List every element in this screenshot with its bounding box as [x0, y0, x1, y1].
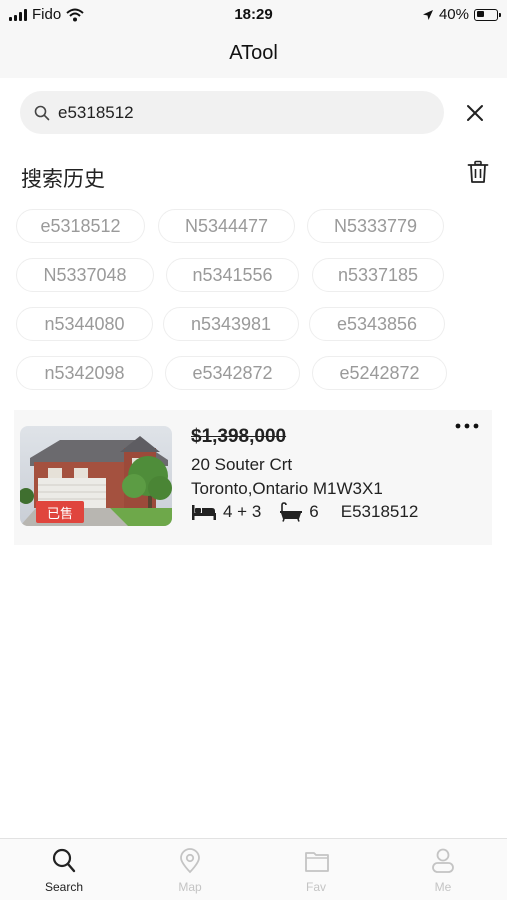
- search-icon: [52, 848, 76, 873]
- more-options-icon[interactable]: [454, 422, 480, 430]
- status-bar: Fido 18:29 40%: [0, 0, 507, 30]
- listing-city: Toronto,Ontario M1W3X1: [191, 479, 383, 498]
- history-tag[interactable]: e5343856: [309, 307, 445, 341]
- folder-icon: [305, 852, 329, 872]
- listing-photo: 已售: [20, 426, 172, 526]
- history-tag[interactable]: e5318512: [16, 209, 145, 243]
- history-tag[interactable]: e5242872: [312, 356, 447, 390]
- battery-level: [476, 11, 484, 17]
- tab-fav[interactable]: Fav: [271, 839, 361, 900]
- listing-price: $1,398,000: [191, 426, 287, 447]
- battery-icon: [474, 8, 501, 21]
- bed-icon: [192, 505, 216, 520]
- listing-specs: 4 + 3 6 E5318512: [191, 502, 418, 522]
- trash-icon[interactable]: [467, 160, 489, 184]
- mls-number: E5318512: [340, 502, 419, 521]
- tab-map[interactable]: Map: [145, 839, 235, 900]
- tab-bar: Search Map Fav Me: [0, 838, 507, 900]
- close-icon[interactable]: [464, 102, 486, 124]
- history-tag[interactable]: n5342098: [16, 356, 153, 390]
- tab-label: Fav: [305, 880, 326, 894]
- search-bar[interactable]: [20, 91, 444, 134]
- history-tag[interactable]: N5344477: [158, 209, 295, 243]
- tab-label: Map: [178, 880, 202, 894]
- bedroom-count: 4 + 3: [223, 502, 262, 521]
- bathroom-count: 6: [309, 502, 319, 521]
- search-input[interactable]: [58, 102, 418, 123]
- bathtub-icon: [280, 502, 303, 522]
- history-tag[interactable]: n5337185: [312, 258, 444, 292]
- search-history-title: 搜索历史: [21, 167, 105, 191]
- history-tag[interactable]: N5333779: [307, 209, 444, 243]
- history-tag[interactable]: n5344080: [16, 307, 153, 341]
- battery-percent: 40%: [438, 6, 469, 23]
- listing-street: 20 Souter Crt: [191, 455, 293, 474]
- tab-label: Me: [434, 880, 452, 894]
- tab-label: Search: [44, 880, 84, 894]
- history-tag[interactable]: n5343981: [163, 307, 299, 341]
- tab-me[interactable]: Me: [398, 839, 488, 900]
- search-icon: [34, 105, 50, 120]
- nav-bar: ATool: [0, 30, 507, 78]
- history-tag[interactable]: n5341556: [166, 258, 299, 292]
- location-arrow-icon: [422, 9, 433, 20]
- user-icon: [432, 848, 454, 873]
- listing-card[interactable]: 已售 $1,398,000 20 Souter Crt Toronto,Onta…: [14, 410, 492, 545]
- app-title: ATool: [229, 42, 278, 64]
- history-tag[interactable]: e5342872: [165, 356, 300, 390]
- map-pin-icon: [180, 848, 200, 874]
- tab-search[interactable]: Search: [19, 839, 109, 900]
- history-tag[interactable]: N5337048: [16, 258, 154, 292]
- sold-badge: 已售: [36, 501, 84, 523]
- status-bar-right: 40%: [422, 6, 501, 23]
